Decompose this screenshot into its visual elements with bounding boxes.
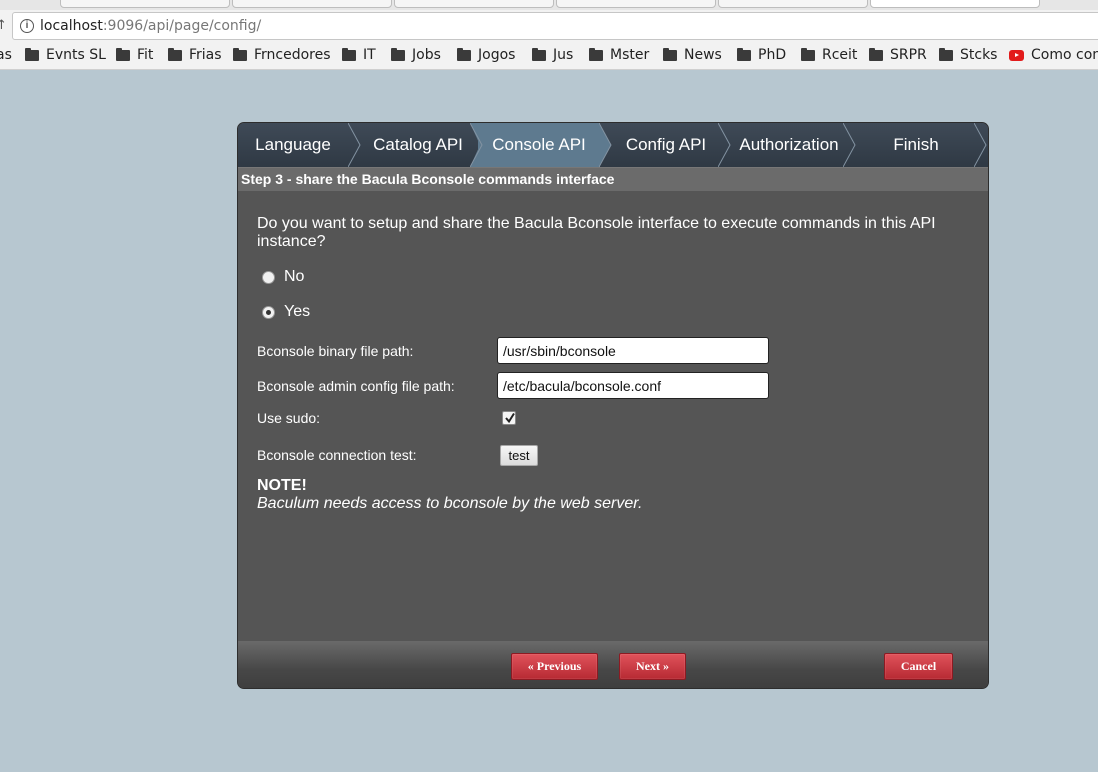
bookmark-label: Stcks [960, 47, 998, 63]
bookmark-item[interactable]: Jogos [457, 47, 515, 63]
folder-icon [532, 47, 546, 61]
step-separator-icon [470, 123, 484, 167]
bookmark-item[interactable]: Stcks [939, 47, 997, 63]
youtube-icon [1009, 49, 1024, 61]
bookmark-item[interactable]: Evnts SL [25, 47, 106, 63]
question-text: Do you want to setup and share the Bacul… [257, 215, 936, 250]
bookmark-item[interactable]: Mster [589, 47, 649, 63]
folder-icon [457, 47, 471, 61]
browser-tab[interactable] [394, 0, 554, 8]
option-no[interactable]: No [262, 268, 304, 286]
wizard-steps: Language Catalog API Console API Config … [238, 123, 988, 167]
browser-tab[interactable] [60, 0, 230, 8]
bookmark-item[interactable]: Frias [168, 47, 222, 63]
radio-no[interactable] [262, 270, 275, 284]
url-host: localhost [40, 18, 103, 34]
bookmark-item[interactable]: Jus [532, 47, 573, 63]
browser-tab-active[interactable] [870, 0, 1040, 8]
folder-icon [939, 47, 953, 61]
bookmark-label: Mster [610, 47, 650, 63]
option-yes-label: Yes [284, 303, 311, 320]
bookmark-item[interactable]: PhD [737, 47, 786, 63]
bookmark-label: PhD [758, 47, 787, 63]
bookmark-label: Evnts SL [46, 47, 106, 63]
bookmark-item[interactable]: SRPR [869, 47, 927, 63]
address-bar-row: ↑ i localhost:9096/api/page/config/ [0, 10, 1098, 42]
step-finish[interactable]: Finish [856, 123, 976, 167]
browser-tab[interactable] [718, 0, 868, 8]
step-separator-icon [599, 123, 613, 167]
browser-tabstrip [0, 0, 1098, 10]
folder-icon [233, 47, 247, 61]
config-path-label: Bconsole admin config file path: [257, 378, 455, 394]
bookmark-label: IT [363, 47, 376, 63]
step-separator-icon [974, 123, 988, 167]
wizard-footer: « Previous Next » Cancel [238, 641, 988, 688]
step-language[interactable]: Language [238, 123, 348, 167]
back-arrow-icon[interactable]: ↑ [0, 18, 7, 33]
bookmark-label: Jobs [412, 47, 441, 63]
url-bar[interactable]: i localhost:9096/api/page/config/ [12, 12, 1098, 40]
bookmark-label: Fit [137, 47, 154, 63]
folder-icon [391, 47, 405, 61]
step-separator-icon [348, 123, 362, 167]
step-separator-icon [843, 123, 857, 167]
next-button[interactable]: Next » [619, 653, 686, 680]
bookmark-label: News [684, 47, 722, 63]
binary-path-label: Bconsole binary file path: [257, 343, 414, 359]
cancel-button[interactable]: Cancel [884, 653, 953, 680]
note-title: NOTE! [257, 477, 307, 494]
bookmarks-bar: as Evnts SL Fit Frias Frncedores IT Jobs… [0, 42, 1098, 70]
test-button[interactable]: test [500, 445, 538, 466]
folder-icon [663, 47, 677, 61]
step-authorization[interactable]: Authorization [730, 123, 848, 167]
config-path-input[interactable] [497, 372, 769, 399]
option-no-label: No [284, 268, 305, 285]
bookmark-label: Como con [1031, 47, 1098, 63]
bookmark-label: Frias [189, 47, 222, 63]
bookmark-item[interactable]: News [663, 47, 722, 63]
checkmark-icon [505, 412, 515, 424]
step-title: Step 3 - share the Bacula Bconsole comma… [238, 167, 988, 191]
step-separator-icon [718, 123, 732, 167]
bookmark-label: SRPR [890, 47, 927, 63]
bookmark-label: Rceit [822, 47, 858, 63]
bookmark-item[interactable]: IT [342, 47, 376, 63]
bookmark-label: Frncedores [254, 47, 331, 63]
folder-icon [168, 47, 182, 61]
folder-icon [589, 47, 603, 61]
binary-path-input[interactable] [497, 337, 769, 364]
url-path: :9096/api/page/config/ [102, 18, 262, 34]
bookmark-item[interactable]: Jobs [391, 47, 441, 63]
bookmark-item[interactable]: Frncedores [233, 47, 331, 63]
folder-icon [342, 47, 356, 61]
bookmark-item[interactable]: Rceit [801, 47, 857, 63]
bookmark-item[interactable]: as [0, 47, 12, 63]
previous-button[interactable]: « Previous [511, 653, 598, 680]
note-text: Baculum needs access to bconsole by the … [257, 495, 643, 512]
folder-icon [869, 47, 883, 61]
bookmark-label: as [0, 47, 12, 63]
radio-yes[interactable] [262, 305, 275, 319]
connection-test-label: Bconsole connection test: [257, 447, 417, 463]
use-sudo-checkbox[interactable] [502, 411, 516, 425]
step-config-api[interactable]: Config API [610, 123, 722, 167]
url-text: localhost:9096/api/page/config/ [40, 18, 261, 34]
browser-tab[interactable] [556, 0, 716, 8]
folder-icon [25, 47, 39, 61]
step-catalog-api[interactable]: Catalog API [360, 123, 476, 167]
folder-icon [801, 47, 815, 61]
step-console-api[interactable]: Console API [478, 123, 600, 167]
option-yes[interactable]: Yes [262, 303, 310, 321]
bookmark-item[interactable]: Fit [116, 47, 153, 63]
folder-icon [116, 47, 130, 61]
folder-icon [737, 47, 751, 61]
use-sudo-label: Use sudo: [257, 410, 321, 426]
bookmark-label: Jogos [478, 47, 516, 63]
bookmark-item[interactable]: Como con [1009, 47, 1098, 63]
browser-tab[interactable] [232, 0, 392, 8]
info-icon[interactable]: i [20, 19, 34, 33]
config-wizard: Language Catalog API Console API Config … [237, 122, 989, 689]
bookmark-label: Jus [553, 47, 574, 63]
